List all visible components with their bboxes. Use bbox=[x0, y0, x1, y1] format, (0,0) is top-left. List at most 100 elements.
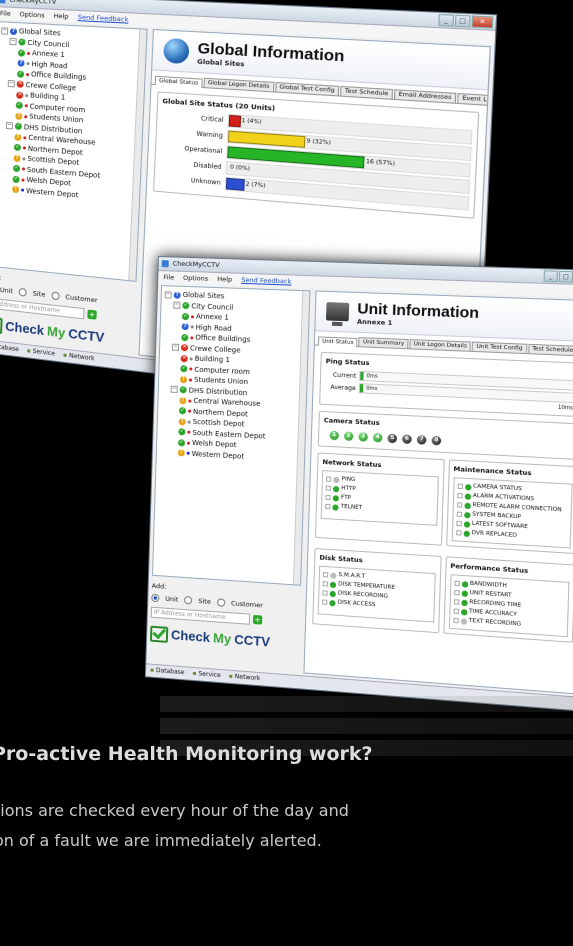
add-button[interactable]: + bbox=[87, 309, 97, 319]
check-ok-icon bbox=[461, 590, 468, 597]
camera-indicator-icon[interactable]: 8 bbox=[431, 436, 441, 446]
expand-toggle-icon[interactable] bbox=[456, 530, 461, 535]
expand-toggle-icon[interactable]: − bbox=[8, 80, 15, 87]
status-database[interactable]: Database bbox=[150, 665, 185, 680]
minimize-icon[interactable]: _ bbox=[544, 270, 558, 282]
window-title: CheckMyCCTV bbox=[9, 0, 56, 6]
expand-toggle-icon[interactable] bbox=[454, 590, 459, 596]
expand-toggle-icon[interactable] bbox=[322, 599, 327, 604]
sub-status-icon bbox=[189, 368, 192, 371]
check-ok-icon bbox=[464, 511, 471, 518]
status-yellow-icon: ! bbox=[13, 154, 20, 162]
status-red-icon: ✕ bbox=[16, 91, 23, 98]
logo-text-my: My bbox=[213, 630, 232, 646]
ping-current-value: 0ms bbox=[367, 373, 378, 380]
status-service[interactable]: Service bbox=[192, 668, 221, 682]
minimize-icon[interactable]: _ bbox=[438, 14, 454, 27]
expand-toggle-icon[interactable] bbox=[453, 599, 458, 605]
menu-options[interactable]: Options bbox=[183, 272, 208, 285]
maintenance-status-list: CAMERA STATUS ALARM ACTIVATIONS REMOTE ALA… bbox=[451, 477, 573, 548]
network-status-box: Network Status PING HTTP FTP TELNET bbox=[315, 452, 444, 545]
status-bar-value: 16 (57%) bbox=[362, 156, 395, 170]
ping-current-label: Current bbox=[325, 371, 359, 380]
sub-status-icon bbox=[26, 62, 29, 65]
radio-customer[interactable] bbox=[217, 598, 225, 607]
check-ok-icon bbox=[463, 521, 470, 528]
expand-toggle-icon[interactable] bbox=[453, 618, 458, 624]
expand-toggle-icon[interactable] bbox=[457, 484, 462, 489]
send-feedback-link[interactable]: Send Feedback bbox=[77, 11, 128, 26]
disk-status-list: S.M.A.R.T DISK TEMPERATURE DISK RECORDING D… bbox=[318, 566, 436, 623]
radio-customer[interactable] bbox=[51, 291, 59, 300]
ping-status-box: Ping Status Current 0ms Average 0ms 10ms bbox=[319, 352, 573, 417]
status-red-icon: ✕ bbox=[17, 81, 24, 88]
camera-indicator-icon[interactable]: 7 bbox=[417, 435, 427, 445]
address-input[interactable]: IP Address or Hostname bbox=[151, 606, 250, 624]
expand-toggle-icon[interactable] bbox=[326, 476, 331, 481]
camera-indicator-icon[interactable]: 3 bbox=[358, 432, 368, 442]
menu-options[interactable]: Options bbox=[19, 8, 45, 21]
menu-help[interactable]: Help bbox=[53, 10, 68, 23]
status-green-icon: ✓ bbox=[18, 39, 25, 46]
expand-toggle-icon[interactable] bbox=[456, 502, 461, 507]
window-title: CheckMyCCTV bbox=[173, 259, 220, 269]
add-button[interactable]: + bbox=[253, 615, 262, 625]
expand-toggle-icon[interactable]: − bbox=[9, 38, 16, 45]
logo: Check My CCTV bbox=[150, 625, 300, 652]
status-green-icon: ✓ bbox=[14, 144, 21, 152]
sub-status-icon bbox=[22, 157, 25, 160]
tab-item[interactable]: Unit Status bbox=[318, 336, 358, 347]
expand-toggle-icon[interactable]: − bbox=[173, 302, 180, 309]
expand-toggle-icon[interactable] bbox=[322, 590, 327, 595]
maximize-icon[interactable]: □ bbox=[455, 15, 471, 28]
status-bar-value: 9 (32%) bbox=[303, 135, 331, 149]
camera-indicator-icon[interactable]: 2 bbox=[344, 431, 354, 441]
expand-toggle-icon[interactable] bbox=[323, 572, 328, 577]
expand-toggle-icon[interactable] bbox=[325, 495, 330, 500]
status-network[interactable]: Network bbox=[63, 350, 95, 366]
status-service[interactable]: Service bbox=[26, 345, 55, 360]
close-icon[interactable]: ✕ bbox=[471, 15, 493, 28]
status-database[interactable]: Database bbox=[0, 340, 19, 356]
tab-item[interactable]: Unit Summary bbox=[359, 337, 409, 348]
menu-file[interactable]: File bbox=[163, 271, 174, 283]
camera-indicator-icon[interactable]: 4 bbox=[373, 433, 383, 443]
expand-toggle-icon[interactable] bbox=[323, 581, 328, 586]
expand-toggle-icon[interactable] bbox=[325, 504, 330, 509]
expand-toggle-icon[interactable] bbox=[457, 493, 462, 498]
check-pending-icon bbox=[460, 618, 467, 625]
expand-toggle-icon[interactable] bbox=[326, 486, 331, 491]
expand-toggle-icon[interactable] bbox=[454, 581, 459, 587]
global-site-status-box: Global Site Status (20 Units) Critical 1 … bbox=[153, 91, 479, 218]
send-feedback-link[interactable]: Send Feedback bbox=[241, 274, 292, 288]
radio-unit[interactable] bbox=[151, 593, 159, 602]
expand-toggle-icon[interactable] bbox=[453, 608, 458, 614]
camera-indicator-icon[interactable]: 1 bbox=[329, 431, 339, 441]
logo-text-cctv: CCTV bbox=[68, 326, 105, 345]
camera-indicator-icon[interactable]: 5 bbox=[387, 434, 397, 444]
check-ok-icon bbox=[461, 581, 468, 588]
menu-help[interactable]: Help bbox=[217, 273, 232, 286]
expand-toggle-icon[interactable] bbox=[456, 521, 461, 526]
menu-file[interactable]: File bbox=[0, 7, 11, 20]
status-green-icon: ✓ bbox=[13, 165, 20, 173]
check-ok-icon bbox=[463, 530, 470, 537]
expand-toggle-icon[interactable]: − bbox=[165, 291, 172, 298]
tab-item[interactable]: Test Schedule bbox=[528, 344, 573, 355]
expand-toggle-icon[interactable]: − bbox=[171, 386, 178, 393]
expand-toggle-icon[interactable]: − bbox=[6, 122, 13, 130]
radio-site[interactable] bbox=[184, 596, 192, 605]
radio-customer-label: Customer bbox=[231, 599, 263, 609]
expand-toggle-icon[interactable] bbox=[456, 511, 461, 516]
expand-toggle-icon[interactable]: − bbox=[172, 344, 179, 351]
status-green-icon: ✓ bbox=[181, 334, 188, 341]
radio-site[interactable] bbox=[19, 288, 27, 297]
maintenance-status-box: Maintenance Status CAMERA STATUS ALARM AC… bbox=[446, 459, 573, 554]
logo-check-icon bbox=[150, 625, 168, 642]
status-network[interactable]: Network bbox=[229, 671, 261, 686]
camera-indicator-icon[interactable]: 6 bbox=[402, 434, 412, 444]
disk-status-box: Disk Status S.M.A.R.T DISK TEMPERATURE DIS… bbox=[312, 548, 441, 633]
unit-content: Unit Information Annexe 1 Unit Status Uni… bbox=[303, 291, 573, 695]
expand-toggle-icon[interactable]: − bbox=[1, 27, 8, 34]
maximize-icon[interactable]: □ bbox=[559, 271, 573, 283]
